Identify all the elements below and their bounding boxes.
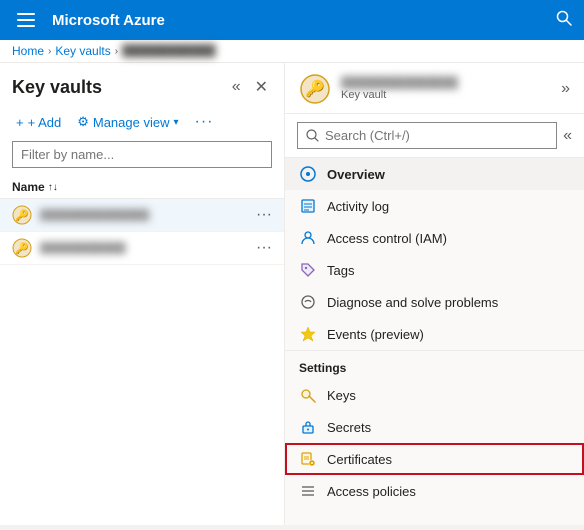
keys-icon [299,386,317,404]
sidebar-item-label: Keys [327,388,356,403]
access-policies-icon [299,482,317,500]
sidebar-item-diagnose[interactable]: Diagnose and solve problems [285,286,584,318]
vault-name: ███████████████ [341,77,458,89]
breadcrumb: Home › Key vaults › ████████████ [0,40,584,63]
certificates-icon [299,450,317,468]
sidebar-item-certificates[interactable]: Certificates [285,443,584,475]
chevron-down-icon: ▾ [173,117,178,128]
list-header: Name ↑↓ [0,176,284,199]
list-items: 🔑 ██████████████ ··· 🔑 ███████████ ··· [0,199,284,525]
app-title: Microsoft Azure [52,12,544,29]
keyvault-icon: 🔑 [12,238,32,258]
list-item-name: ██████████████ [40,209,248,221]
svg-text:🔑: 🔑 [15,241,29,255]
sidebar-item-iam[interactable]: Access control (IAM) [285,222,584,254]
breadcrumb-home[interactable]: Home [12,44,44,58]
sidebar-item-accesspolicies[interactable]: Access policies [285,475,584,507]
left-panel-actions: « ✕ [228,75,272,99]
main-content: Key vaults « ✕ + + Add ⚙ Manage view ▾ ·… [0,63,584,525]
collapse-search-btn[interactable]: « [563,127,572,145]
events-icon [299,325,317,343]
topbar: Microsoft Azure [0,0,584,40]
vault-type: Key vault [341,89,458,101]
sidebar-item-label: Diagnose and solve problems [327,295,498,310]
breadcrumb-current: ████████████ [122,45,216,57]
more-options-button[interactable]: ··· [191,111,218,133]
sidebar-item-secrets[interactable]: Secrets [285,411,584,443]
close-left-panel-btn[interactable]: ✕ [251,75,272,99]
left-panel-header: Key vaults « ✕ [0,63,284,107]
hamburger-menu[interactable] [12,6,40,34]
search-input[interactable] [325,128,548,143]
list-item-more-btn[interactable]: ··· [256,239,272,257]
sidebar-item-events[interactable]: Events (preview) [285,318,584,350]
right-panel: 🔑 ███████████████ Key vault » « [285,63,584,525]
secrets-icon [299,418,317,436]
right-panel-info: ███████████████ Key vault [341,77,458,101]
collapse-left-panel-btn[interactable]: « [228,76,245,98]
sidebar-item-label: Certificates [327,452,392,467]
diagnose-icon [299,293,317,311]
svg-text:🔑: 🔑 [15,208,29,222]
sidebar-item-keys[interactable]: Keys [285,379,584,411]
right-panel-header: 🔑 ███████████████ Key vault » [285,63,584,114]
gear-icon: ⚙ [77,114,89,130]
tags-icon [299,261,317,279]
list-item-more-btn[interactable]: ··· [256,206,272,224]
left-panel: Key vaults « ✕ + + Add ⚙ Manage view ▾ ·… [0,63,285,525]
nav-items: Overview Activity log [285,158,584,525]
search-bar-wrap: « [285,114,584,158]
sidebar-item-label: Tags [327,263,354,278]
add-button[interactable]: + + Add [12,113,65,132]
topbar-search-icon[interactable] [556,10,572,31]
list-item[interactable]: 🔑 ███████████ ··· [0,232,284,265]
sidebar-item-overview[interactable]: Overview [285,158,584,190]
keyvault-icon: 🔑 [12,205,32,225]
search-bar [297,122,557,149]
sidebar-item-label: Events (preview) [327,327,424,342]
left-panel-title: Key vaults [12,77,102,98]
sidebar-item-label: Access policies [327,484,416,499]
breadcrumb-keyvaults[interactable]: Key vaults [55,44,110,58]
settings-section-label: Settings [285,350,584,379]
list-item-name: ███████████ [40,242,248,254]
left-panel-toolbar: + + Add ⚙ Manage view ▾ ··· [0,107,284,141]
svg-text:🔑: 🔑 [305,79,325,98]
sidebar-item-label: Access control (IAM) [327,231,447,246]
list-item[interactable]: 🔑 ██████████████ ··· [0,199,284,232]
activitylog-icon [299,197,317,215]
sidebar-item-label: Overview [327,167,385,182]
sidebar-item-tags[interactable]: Tags [285,254,584,286]
search-icon [306,129,319,142]
iam-icon [299,229,317,247]
sidebar-item-label: Activity log [327,199,389,214]
filter-input[interactable] [12,141,272,168]
plus-icon: + [16,115,24,130]
overview-icon [299,165,317,183]
collapse-right-panel-btn[interactable]: » [561,80,570,98]
column-name-label: Name ↑↓ [12,180,58,194]
filter-input-wrap [0,141,284,176]
manage-view-button[interactable]: ⚙ Manage view ▾ [73,112,182,132]
sort-icon[interactable]: ↑↓ [48,182,58,193]
sidebar-item-label: Secrets [327,420,371,435]
sidebar-item-activitylog[interactable]: Activity log [285,190,584,222]
right-panel-kv-icon: 🔑 [299,73,331,105]
